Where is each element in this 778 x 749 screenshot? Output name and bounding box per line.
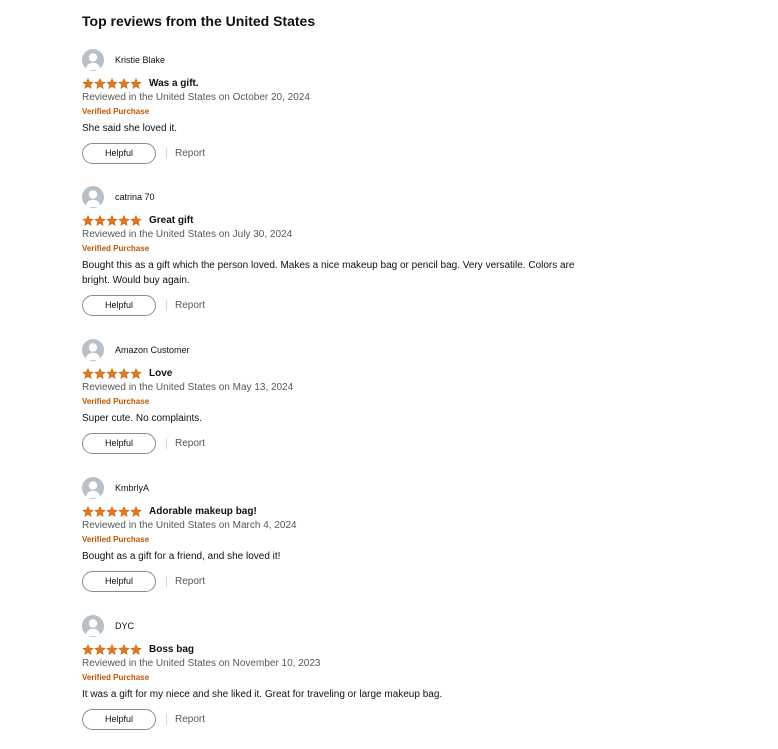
verified-badge: Verified Purchase (82, 397, 150, 406)
review-item: Kristie Blake Was a gift. Reviewed in th… (82, 49, 682, 164)
star-icon (82, 214, 94, 226)
star-rating[interactable] (82, 77, 142, 89)
rating-line: Boss bag (82, 642, 682, 656)
review-actions: Helpful Report (82, 570, 682, 592)
star-icon (106, 643, 118, 655)
review-title[interactable]: Great gift (149, 215, 193, 226)
star-icon (106, 214, 118, 226)
star-icon (94, 367, 106, 379)
review-text: It was a gift for my niece and she liked… (82, 689, 443, 700)
star-icon (106, 77, 118, 89)
reviewer-profile[interactable]: catrina 70 (82, 186, 682, 208)
section-title: Top reviews from the United States (82, 13, 316, 29)
review-actions: Helpful Report (82, 708, 682, 730)
review-item: Amazon Customer Love Reviewed in the Uni… (82, 339, 682, 454)
report-link[interactable]: Report (175, 300, 205, 311)
reviewer-name: Amazon Customer (115, 345, 190, 355)
helpful-button[interactable]: Helpful (82, 142, 156, 164)
star-icon (82, 367, 94, 379)
star-icon (94, 505, 106, 517)
reviewer-profile[interactable]: Kristie Blake (82, 49, 682, 71)
divider (166, 147, 167, 159)
star-icon (118, 643, 130, 655)
star-rating[interactable] (82, 643, 142, 655)
reviewer-name: KmbrlyA (115, 483, 150, 493)
report-link[interactable]: Report (175, 714, 205, 725)
avatar-icon (82, 339, 104, 361)
review-actions: Helpful Report (82, 142, 682, 164)
star-icon (94, 643, 106, 655)
rating-line: Was a gift. (82, 76, 682, 90)
review-title[interactable]: Boss bag (149, 644, 194, 655)
star-icon (130, 214, 142, 226)
reviewer-profile[interactable]: KmbrlyA (82, 477, 682, 499)
reviewer-profile[interactable]: DYC (82, 615, 682, 637)
verified-badge: Verified Purchase (82, 107, 150, 116)
review-date: Reviewed in the United States on March 4… (82, 520, 297, 531)
review-text: She said she loved it. (82, 123, 178, 134)
divider (166, 437, 167, 449)
avatar-icon (82, 49, 104, 71)
review-date: Reviewed in the United States on July 30… (82, 229, 293, 240)
star-rating[interactable] (82, 214, 142, 226)
avatar-icon (82, 477, 104, 499)
review-actions: Helpful Report (82, 294, 682, 316)
helpful-button[interactable]: Helpful (82, 570, 156, 592)
reviewer-name: DYC (115, 621, 135, 631)
review-date: Reviewed in the United States on October… (82, 92, 310, 103)
review-item: KmbrlyA Adorable makeup bag! Reviewed in… (82, 477, 682, 592)
star-icon (82, 505, 94, 517)
star-icon (130, 643, 142, 655)
star-icon (118, 505, 130, 517)
helpful-button[interactable]: Helpful (82, 708, 156, 730)
divider (166, 713, 167, 725)
divider (166, 575, 167, 587)
review-text: Bought this as a gift which the person l… (82, 260, 575, 286)
helpful-button[interactable]: Helpful (82, 432, 156, 454)
review-item: DYC Boss bag Reviewed in the United Stat… (82, 615, 682, 730)
review-text: Bought as a gift for a friend, and she l… (82, 551, 281, 562)
star-icon (130, 505, 142, 517)
star-icon (82, 77, 94, 89)
verified-badge: Verified Purchase (82, 244, 150, 253)
star-icon (130, 367, 142, 379)
review-item: catrina 70 Great gift Reviewed in the Un… (82, 186, 682, 316)
divider (166, 299, 167, 311)
star-rating[interactable] (82, 367, 142, 379)
avatar-icon (82, 186, 104, 208)
star-icon (118, 367, 130, 379)
reviewer-name: Kristie Blake (115, 55, 166, 65)
helpful-button[interactable]: Helpful (82, 294, 156, 316)
star-icon (94, 214, 106, 226)
review-date: Reviewed in the United States on May 13,… (82, 382, 294, 393)
review-title[interactable]: Love (149, 368, 172, 379)
review-actions: Helpful Report (82, 432, 682, 454)
star-icon (82, 643, 94, 655)
report-link[interactable]: Report (175, 438, 205, 449)
review-date: Reviewed in the United States on Novembe… (82, 658, 321, 669)
star-rating[interactable] (82, 505, 142, 517)
star-icon (106, 367, 118, 379)
verified-badge: Verified Purchase (82, 535, 150, 544)
reviewer-name: catrina 70 (115, 192, 155, 202)
review-title[interactable]: Was a gift. (149, 78, 199, 89)
star-icon (118, 214, 130, 226)
star-icon (130, 77, 142, 89)
avatar-icon (82, 615, 104, 637)
rating-line: Great gift (82, 213, 682, 227)
star-icon (118, 77, 130, 89)
review-title[interactable]: Adorable makeup bag! (149, 506, 257, 517)
review-text: Super cute. No complaints. (82, 413, 203, 424)
rating-line: Adorable makeup bag! (82, 504, 682, 518)
report-link[interactable]: Report (175, 576, 205, 587)
report-link[interactable]: Report (175, 148, 205, 159)
star-icon (106, 505, 118, 517)
verified-badge: Verified Purchase (82, 673, 150, 682)
reviewer-profile[interactable]: Amazon Customer (82, 339, 682, 361)
rating-line: Love (82, 366, 682, 380)
star-icon (94, 77, 106, 89)
